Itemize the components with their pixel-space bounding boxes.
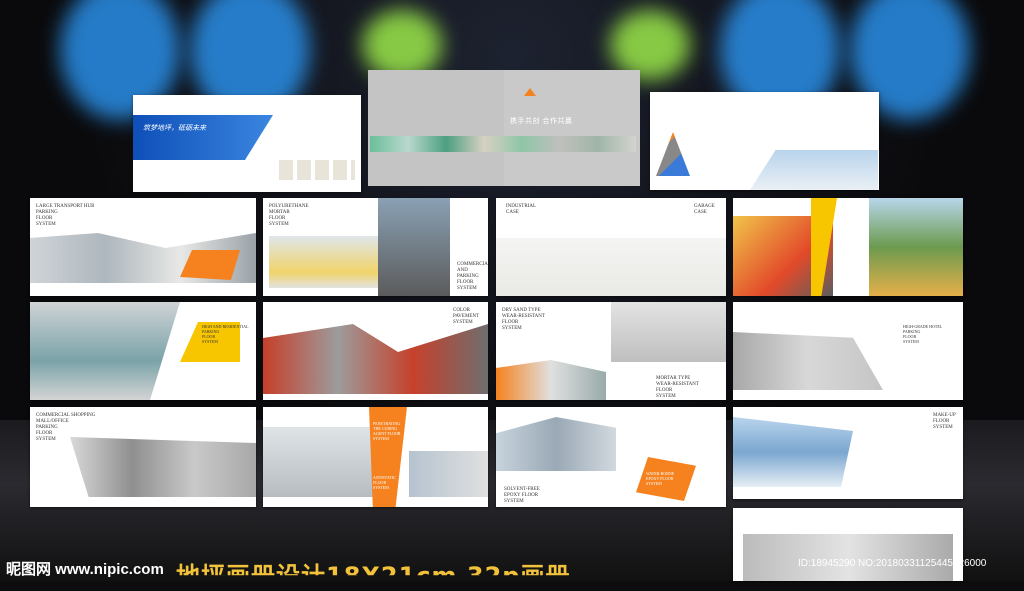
page-heading: DRY SAND TYPE WEAR-RESISTANT FLOOR SYSTE… — [502, 308, 545, 331]
workshop-photo — [496, 360, 606, 400]
page-polyurethane: POLYURETHANE MORTAR FLOOR SYSTEM COMMERC… — [263, 198, 488, 296]
image-id: ID:18945290 NO:20180331125445926000 — [798, 558, 987, 569]
cover-photo-strip — [370, 136, 636, 152]
cover-slogan: 携手共创 合作共赢 — [510, 118, 573, 125]
park-photo — [869, 198, 963, 296]
plant-photo — [496, 417, 616, 471]
brochure-cover: 携手共创 合作共赢 — [368, 70, 640, 186]
page-heading: HIGH-GRADE HOTEL PARKING FLOOR SYSTEM — [903, 324, 943, 344]
building-photo — [378, 198, 450, 296]
page-heading: INDUSTRIAL CASE — [506, 204, 536, 215]
page-heading: PENETRATING THE CURING AGENT FLOOR SYSTE… — [373, 421, 401, 441]
page-large-transport: LARGE TRANSPORT HUB PARKING FLOOR SYSTEM — [30, 198, 256, 296]
blue-banner — [133, 115, 273, 160]
page-commercial-shopping: COMMERCIAL SHOPPING MALL/OFFICE PARKING … — [30, 407, 256, 507]
office-photo — [409, 451, 488, 497]
intro-quote: 筑梦地坪，砥砺未来 — [143, 125, 206, 132]
mall-photo — [70, 437, 256, 497]
page-color-pavement: COLOR PAVEMENT SYSTEM — [263, 302, 488, 400]
page-high-residential: HIGH AND RESIDENTIAL PARKING FLOOR SYSTE… — [30, 302, 256, 400]
page-heading: POLYURETHANE MORTAR FLOOR SYSTEM — [269, 204, 309, 227]
page-heading: MAKE-UP FLOOR SYSTEM — [933, 413, 956, 430]
page-color-road — [733, 198, 963, 296]
page-heading: COLOR PAVEMENT SYSTEM — [453, 308, 480, 325]
page-heading: WATER-BORNE EPOXY FLOOR SYSTEM — [646, 471, 675, 486]
lobby-photo — [733, 417, 853, 487]
pavement-photo — [263, 324, 488, 394]
page-wear-resistant: DRY SAND TYPE WEAR-RESISTANT FLOOR SYSTE… — [496, 302, 726, 400]
contents-triangles — [656, 132, 690, 176]
page-hotel-parking: HIGH-GRADE HOTEL PARKING FLOOR SYSTEM — [733, 302, 963, 400]
page-heading: ANTISTATIC FLOOR SYSTEM — [373, 475, 396, 490]
page-heading: SOLVENT-FREE EPOXY FLOOR SYSTEM — [504, 487, 540, 504]
page-intro: 筑梦地坪，砥砺未来 — [133, 95, 361, 192]
watermark-bar: 昵图网 www.nipic.com 地坪画册设计18X21cm 32p画册 ID… — [0, 554, 1024, 581]
page-industrial-case: INDUSTRIAL CASE GARAGE CASE — [496, 198, 726, 296]
brochure-title: 地坪画册设计18X21cm 32p画册 — [176, 562, 571, 590]
page-make-up: MAKE-UP FLOOR SYSTEM — [733, 407, 963, 499]
contents-photo — [750, 150, 878, 190]
cover-left-page — [368, 70, 504, 186]
warehouse-photo — [496, 238, 726, 296]
hall-photo — [611, 302, 726, 362]
page-heading: LARGE TRANSPORT HUB PARKING FLOOR SYSTEM — [36, 204, 95, 227]
page-heading: GARAGE CASE — [694, 204, 715, 215]
page-heading: MORTAR TYPE WEAR-RESISTANT FLOOR SYSTEM — [656, 376, 699, 399]
floor-photo — [269, 236, 379, 288]
parking-lot-photo — [263, 427, 373, 497]
site-watermark: 昵图网 www.nipic.com — [6, 561, 164, 578]
page-heading: COMMERCIAL AND PARKING FLOOR SYSTEM — [457, 262, 488, 291]
page-penetrating: PENETRATING THE CURING AGENT FLOOR SYSTE… — [263, 407, 488, 507]
hotel-garage-photo — [733, 332, 883, 390]
page-heading: HIGH AND RESIDENTIAL PARKING FLOOR SYSTE… — [202, 324, 249, 344]
page-solvent-free: SOLVENT-FREE EPOXY FLOOR SYSTEM WATER-BO… — [496, 407, 726, 507]
feature-icons — [279, 160, 355, 180]
garage-photo — [30, 302, 180, 400]
logo-icon — [524, 88, 536, 96]
page-contents — [650, 92, 879, 190]
